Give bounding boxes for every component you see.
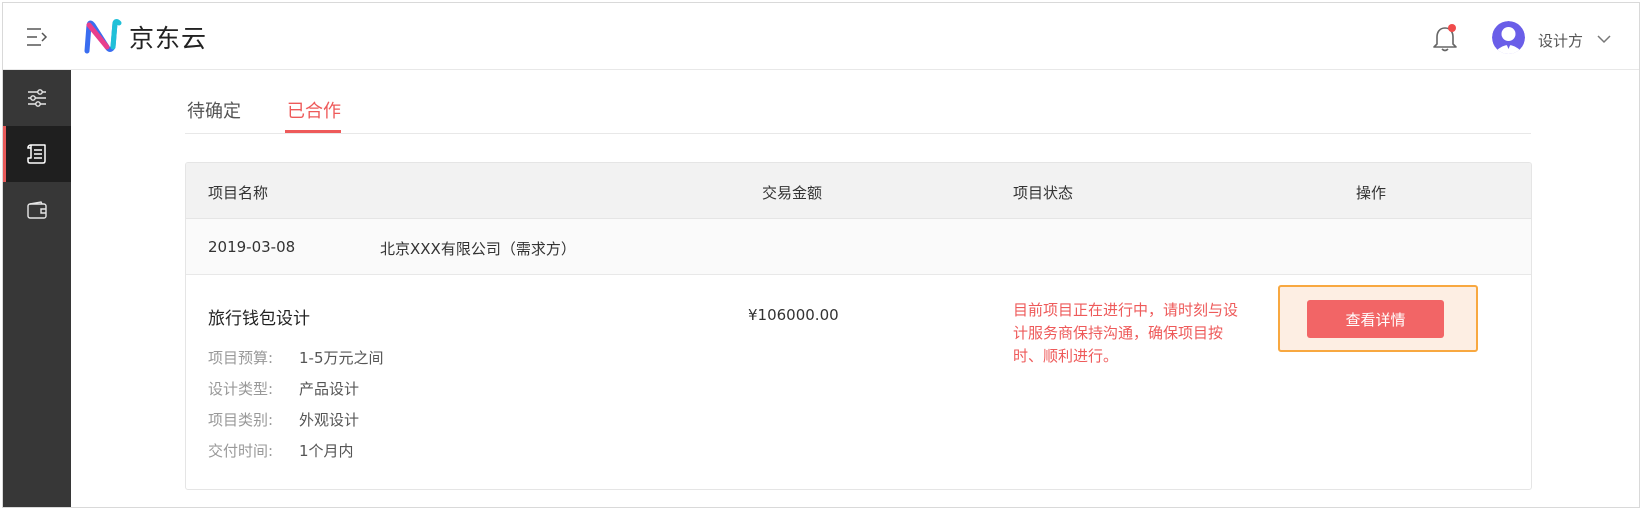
jdcloud-logo[interactable]: 京东云 — [83, 19, 207, 55]
app-window: 京东云 设计方 待确定 已合作 项目名称 交易金额 项目状态 操作 2019-0… — [2, 2, 1640, 508]
column-header-amount: 交易金额 — [762, 184, 823, 202]
sliders-icon — [28, 89, 46, 107]
avatar-icon — [1492, 21, 1525, 54]
active-tab-indicator — [285, 130, 341, 133]
sidebar-item-projects[interactable] — [3, 126, 71, 182]
detail-value: 外观设计 — [299, 411, 360, 429]
user-name[interactable]: 设计方 — [1538, 30, 1583, 51]
detail-budget: 项目预算: 1-5万元之间 — [208, 347, 384, 368]
detail-label: 交付时间: — [208, 442, 274, 460]
top-header: 京东云 设计方 — [3, 3, 1639, 70]
detail-value: 产品设计 — [299, 380, 360, 398]
group-date: 2019-03-08 — [208, 238, 296, 256]
user-avatar[interactable] — [1492, 21, 1525, 54]
table-group-row: 2019-03-08 北京XXX有限公司（需求方） — [186, 219, 1531, 275]
wallet-icon — [27, 201, 47, 219]
notification-dot — [1448, 24, 1456, 32]
logo-mark-icon — [84, 19, 122, 54]
document-list-icon — [27, 144, 46, 164]
detail-label: 设计类型: — [208, 380, 274, 398]
status-tabs: 待确定 已合作 — [185, 70, 1531, 134]
column-header-status: 项目状态 — [1013, 184, 1074, 202]
project-status-text: 目前项目正在进行中，请时刻与设计服务商保持沟通，确保项目按时、顺利进行。 — [1013, 301, 1239, 365]
table-header: 项目名称 交易金额 项目状态 操作 — [186, 163, 1531, 219]
sidebar — [3, 70, 71, 507]
menu-toggle-icon[interactable] — [27, 28, 49, 46]
detail-delivery-time: 交付时间: 1个月内 — [208, 440, 354, 461]
chevron-down-icon[interactable] — [1597, 34, 1611, 44]
sidebar-item-wallet[interactable] — [3, 182, 71, 238]
column-header-actions: 操作 — [1356, 184, 1387, 202]
tab-cooperated[interactable]: 已合作 — [287, 97, 341, 123]
action-cell-highlight: 查看详情 — [1278, 285, 1478, 352]
detail-design-type: 设计类型: 产品设计 — [208, 378, 359, 399]
sidebar-item-settings[interactable] — [3, 70, 71, 126]
detail-value: 1-5万元之间 — [299, 349, 384, 367]
group-company: 北京XXX有限公司（需求方） — [380, 240, 576, 258]
notification-bell-icon[interactable] — [1431, 23, 1459, 53]
detail-label: 项目预算: — [208, 349, 274, 367]
column-header-project-name: 项目名称 — [208, 184, 269, 202]
project-table: 项目名称 交易金额 项目状态 操作 2019-03-08 北京XXX有限公司（需… — [185, 162, 1532, 490]
project-title: 旅行钱包设计 — [208, 309, 310, 329]
logo-text: 京东云 — [129, 24, 208, 53]
tab-pending[interactable]: 待确定 — [187, 97, 241, 123]
detail-category: 项目类别: 外观设计 — [208, 409, 359, 430]
detail-label: 项目类别: — [208, 411, 274, 429]
view-details-button[interactable]: 查看详情 — [1307, 300, 1444, 338]
transaction-amount: ¥106000.00 — [748, 306, 839, 324]
detail-value: 1个月内 — [299, 442, 354, 460]
